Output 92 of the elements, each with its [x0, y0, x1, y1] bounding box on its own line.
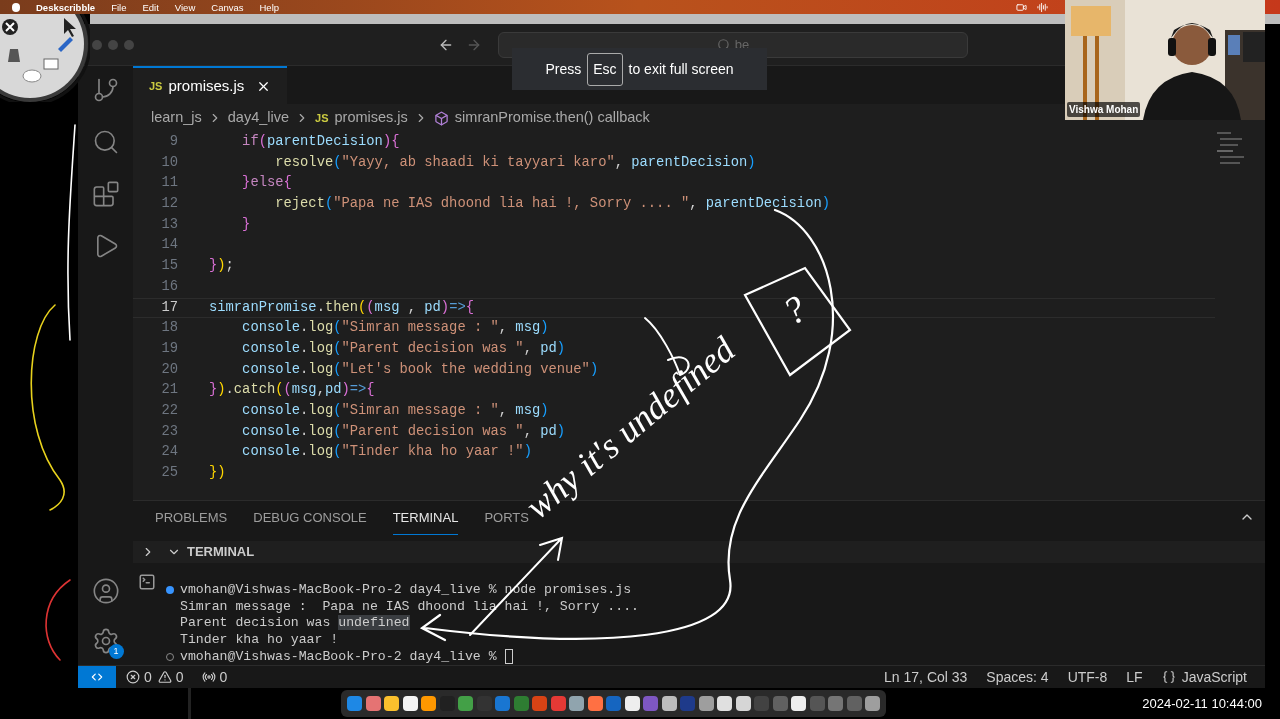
editor-tab[interactable]: JS promises.js — [133, 66, 288, 104]
line-number: 18 — [160, 319, 178, 338]
warning-icon — [157, 670, 172, 684]
status-item[interactable]: Spaces: 4 — [986, 666, 1049, 688]
camera-icon[interactable] — [1016, 1, 1027, 13]
terminal-icon[interactable] — [138, 572, 156, 591]
line-number: 9 — [168, 133, 178, 151]
language-button[interactable]: JavaScript — [1161, 666, 1247, 688]
app-icon[interactable] — [698, 696, 714, 711]
handwritten-mark: ? — [774, 286, 814, 335]
status-item[interactable]: LF — [1126, 666, 1143, 688]
app-menu[interactable]: Deskscribble — [36, 1, 96, 13]
error-count: 0 — [144, 667, 152, 687]
line-number: 15 — [160, 257, 178, 276]
code-line: reject("Papa ne IAS dhoond lia hai !, Sorry .... ", parentDecision) — [274, 195, 830, 214]
extensions-icon[interactable] — [91, 180, 120, 208]
cube-icon — [433, 110, 449, 126]
port-count: 0 — [219, 667, 228, 687]
warning-count: 0 — [175, 667, 184, 687]
menu-item[interactable]: File — [111, 1, 127, 13]
app-icon[interactable] — [624, 696, 640, 711]
app-icon[interactable] — [402, 696, 418, 711]
line-number: 14 — [160, 236, 178, 255]
code-line: console.log("Parent decision was ", pd) — [241, 422, 566, 441]
code-line: resolve("Yayy, ab shaadi ki tayyari karo", parentDecision) — [274, 153, 756, 172]
tab-label: promises.js — [168, 75, 245, 96]
line-number: 21 — [160, 381, 178, 400]
breadcrumb-item[interactable]: learn_js — [151, 107, 202, 129]
hint-text: to exit full screen — [628, 59, 734, 79]
breadcrumb-item[interactable]: simranPromise.then() callback — [454, 107, 650, 129]
remote-button[interactable] — [78, 666, 116, 688]
terminal-line: vmohan@Vishwas-MacBook-Pro-2 day4_live % — [180, 647, 497, 666]
menu-item[interactable]: View — [174, 1, 196, 13]
apple-icon[interactable] — [12, 2, 20, 12]
line-number: 13 — [160, 215, 178, 234]
terminal-title: TERMINAL — [187, 543, 255, 562]
line-number: 16 — [160, 277, 178, 296]
participant-name: Vishwa Mohan — [1067, 102, 1141, 117]
js-file-icon: JS — [149, 77, 163, 95]
minimap-drawing — [1217, 132, 1247, 166]
panel-tab[interactable]: DEBUG CONSOLE — [253, 507, 367, 536]
menu-item[interactable]: Canvas — [211, 1, 244, 13]
code-line: }else{ — [241, 174, 292, 193]
antenna-icon — [201, 670, 216, 684]
code-line: console.log("Simran message : ", msg) — [241, 319, 549, 338]
panel-tab[interactable]: TERMINAL — [392, 507, 459, 536]
panel-tab[interactable]: PORTS — [484, 507, 529, 536]
app-icon[interactable] — [661, 696, 677, 711]
line-number: 23 — [160, 422, 178, 441]
line-number: 12 — [160, 195, 178, 214]
hint-text: Press — [545, 59, 582, 79]
panel-tab[interactable]: PROBLEMS — [155, 507, 228, 536]
line-number: 25 — [160, 464, 178, 482]
key-cap: Esc — [587, 52, 623, 86]
status-item[interactable]: Ln 17, Col 33 — [884, 666, 968, 688]
code-line: } — [241, 215, 251, 234]
code-line: console.log("Tinder kha ho yaar !") — [241, 443, 532, 462]
code-line: console.log("Let's book the wedding venue") — [241, 360, 599, 379]
remote-icon — [90, 670, 104, 684]
terminal-line: Tinder kha ho yaar ! — [180, 631, 339, 650]
clock: 2024-02-11 10:44:00 — [1142, 694, 1262, 713]
code-line: console.log("Parent decision was ", pd) — [241, 339, 566, 358]
waveform-icon[interactable] — [1037, 1, 1048, 13]
line-number: 11 — [160, 174, 178, 193]
app-icon[interactable] — [735, 696, 751, 711]
js-file-icon: JS — [315, 109, 329, 127]
problems-button[interactable]: 0 0 — [126, 666, 184, 688]
language-label: JavaScript — [1181, 667, 1247, 687]
braces-icon — [1161, 670, 1176, 684]
line-number: 24 — [160, 443, 178, 462]
code-line: console.log("Simran message : ", msg) — [241, 401, 549, 420]
line-number: 19 — [160, 339, 178, 358]
notification-badge: 1 — [108, 644, 124, 659]
error-icon — [126, 670, 140, 684]
code-line: simranPromise.then((msg , pd)=>{ — [209, 298, 474, 317]
code-line: }).catch((msg,pd)=>{ — [209, 381, 375, 400]
line-number: 17 — [160, 298, 178, 317]
ports-button[interactable]: 0 — [201, 666, 228, 688]
account-icon[interactable] — [91, 577, 120, 605]
line-number: 20 — [160, 360, 178, 379]
menu-item[interactable]: Help — [259, 1, 280, 13]
code-line: if(parentDecision){ — [241, 133, 400, 151]
terminal-line: Simran message : Papa ne IAS dhoond lia hai !, Sorry .... — [180, 597, 639, 616]
breadcrumb-item[interactable]: promises.js — [334, 107, 408, 129]
menu-item[interactable]: Edit — [142, 1, 159, 13]
code-line: }) — [209, 464, 226, 482]
status-item[interactable]: UTF-8 — [1067, 666, 1108, 688]
line-number: 22 — [160, 401, 178, 420]
line-number: 10 — [160, 153, 178, 172]
terminal-line: Parent decision was undefined — [180, 614, 410, 633]
code-line: }); — [209, 257, 234, 276]
breadcrumb-item[interactable]: day4_live — [227, 107, 290, 129]
